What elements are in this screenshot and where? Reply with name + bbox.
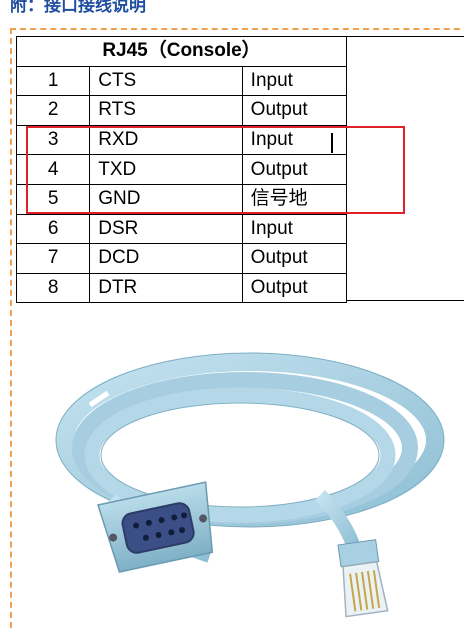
- section-heading: 附：接口接线说明: [10, 0, 146, 15]
- table-row: 2 RTS Output: [15, 95, 348, 126]
- pin-direction: Input: [241, 65, 348, 97]
- pin-direction: Output: [241, 272, 348, 304]
- pin-signal: CTS: [89, 65, 243, 97]
- table-title: RJ45（Console）: [16, 36, 347, 67]
- text-cursor: [331, 133, 333, 153]
- pin-number: 6: [15, 213, 91, 245]
- console-cable-image: [20, 320, 464, 619]
- pin-direction: Output: [241, 243, 348, 274]
- table-row: 6 DSR Input: [15, 213, 348, 245]
- pin-signal: RTS: [89, 95, 243, 126]
- table-title-row: RJ45（Console）: [16, 36, 347, 67]
- pin-number: 1: [15, 65, 91, 97]
- pin-direction: Input: [241, 213, 348, 245]
- console-cable-icon: [55, 352, 445, 618]
- table-row: 8 DTR Output: [15, 272, 348, 304]
- table-row: 1 CTS Input: [15, 65, 348, 97]
- highlight-box: [26, 126, 405, 214]
- pin-signal: DTR: [89, 272, 243, 304]
- pin-signal: DSR: [89, 213, 243, 245]
- pin-direction: Output: [241, 95, 348, 126]
- pin-number: 7: [15, 243, 91, 274]
- pin-signal: DCD: [89, 243, 243, 274]
- pin-number: 2: [15, 95, 91, 126]
- pin-number: 8: [15, 272, 91, 304]
- table-row: 7 DCD Output: [15, 243, 348, 274]
